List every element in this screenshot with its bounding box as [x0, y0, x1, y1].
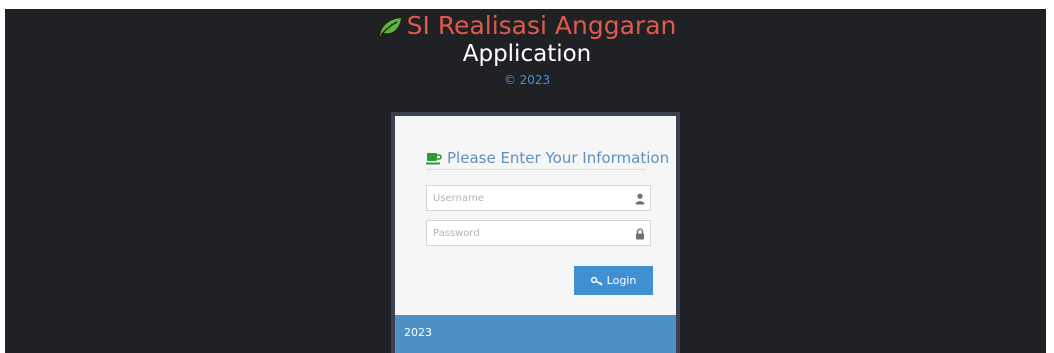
password-input[interactable]	[427, 221, 633, 245]
app-subtitle: Application	[462, 41, 592, 67]
login-heading: Please Enter Your Information	[426, 148, 669, 170]
coffee-cup-icon	[426, 150, 442, 170]
username-input[interactable]	[427, 186, 633, 210]
password-field[interactable]	[426, 220, 651, 246]
login-button-label: Login	[606, 274, 637, 287]
login-footer: 2023	[395, 315, 676, 353]
app-title-text: SI Realisasi Anggaran	[406, 11, 677, 40]
heading-divider	[426, 169, 646, 170]
copyright-text: © 2023	[503, 73, 551, 87]
login-panel-frame: Please Enter Your Information Username L…	[391, 112, 680, 353]
login-button[interactable]: Login	[574, 266, 653, 295]
footer-year-text: 2023	[404, 326, 432, 339]
login-panel: Please Enter Your Information Username L…	[395, 116, 676, 353]
key-icon	[590, 276, 603, 286]
login-heading-text: Please Enter Your Information	[447, 149, 670, 167]
lock-icon	[635, 227, 645, 240]
user-icon	[635, 192, 645, 205]
username-field[interactable]	[426, 185, 651, 211]
